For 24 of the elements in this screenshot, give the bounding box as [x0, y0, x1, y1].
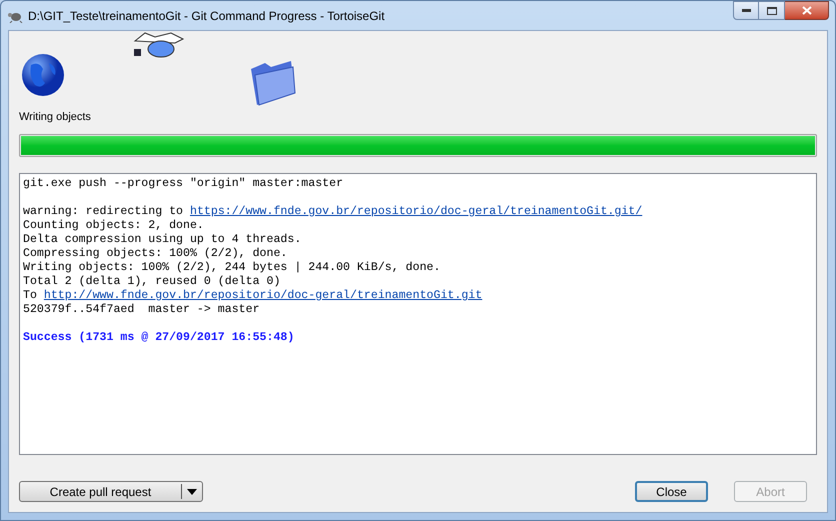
maximize-icon	[766, 6, 776, 14]
log-line: 520379f..54f7aed master -> master	[23, 303, 261, 317]
url-link[interactable]: https://www.fnde.gov.br/repositorio/doc-geral/treinamentoGit.git/	[190, 205, 642, 218]
dropdown-arrow-icon	[187, 488, 197, 494]
log-line: Total 2 (delta 1), reused 0 (delta 0)	[23, 275, 282, 289]
window-title: D:\GIT_Teste\treinamentoGit - Git Command Progress - TortoiseGit	[28, 8, 385, 24]
maximize-button[interactable]	[759, 1, 785, 20]
log-line: git.exe push --progress "origin" master:master	[23, 177, 344, 191]
url-link[interactable]: http://www.fnde.gov.br/repositorio/doc-geral/treinamentoGit.git	[44, 289, 482, 302]
log-line: Delta compression using up to 4 threads.	[23, 233, 302, 247]
success-line: Success (1731 ms @ 27/09/2017 16:55:48)	[23, 331, 296, 345]
log-line: Writing objects: 100% (2/2), 244 bytes | 244.00 KiB/s, done.	[23, 261, 442, 275]
status-caption: Writing objects	[19, 110, 91, 125]
log-line: Counting objects: 2, done.	[23, 219, 205, 233]
log-line: To	[23, 289, 38, 302]
log-line: Compressing objects: 100% (2/2), done.	[23, 247, 288, 261]
globe-icon	[21, 53, 65, 97]
minimize-icon	[742, 9, 750, 12]
minimize-button[interactable]	[733, 1, 759, 20]
close-icon	[802, 6, 812, 15]
create-pull-request-button[interactable]: Create pull request	[19, 481, 203, 502]
log-line: warning: redirecting to	[23, 205, 184, 218]
close-button[interactable]: Close	[635, 481, 708, 502]
close-window-button[interactable]	[785, 1, 829, 20]
